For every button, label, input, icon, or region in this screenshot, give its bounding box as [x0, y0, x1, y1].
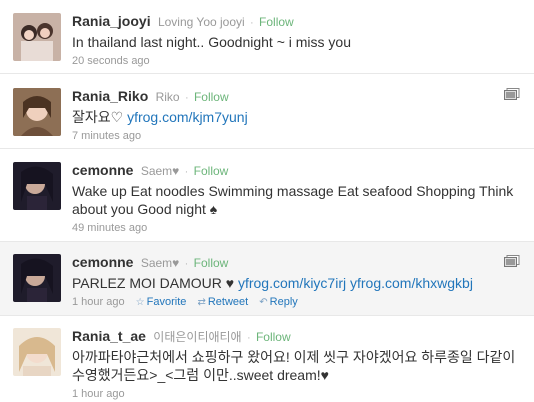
screen-name[interactable]: Rania_t_ae: [72, 328, 146, 344]
screen-name[interactable]: Rania_Riko: [72, 88, 148, 104]
reply-icon: ↶: [259, 297, 268, 308]
follow-link[interactable]: Follow: [194, 90, 229, 104]
separator: ·: [184, 258, 189, 270]
tweet-text: 잘자요♡ yfrog.com/kjm7yunj: [72, 108, 522, 126]
follow-link[interactable]: Follow: [259, 15, 294, 29]
avatar[interactable]: [13, 254, 61, 302]
full-name: Saem♥: [140, 164, 180, 178]
tweet-feed: Rania_jooyi Loving Yoo jooyi · Follow In…: [0, 0, 534, 402]
tweet-text: In thailand last night.. Goodnight ~ i m…: [72, 33, 522, 51]
tweet-text-body: 아까파타야근처에서 쇼핑하구 왔어요! 이제 씻구 자야겠어요 하루종일 다같이…: [72, 349, 516, 383]
reply-action[interactable]: ↶ Reply: [259, 296, 298, 308]
avatar[interactable]: [13, 13, 61, 61]
timestamp[interactable]: 49 minutes ago: [72, 222, 147, 234]
tweet-header: Rania_t_ae 이태은이티애티애 · Follow: [72, 328, 522, 346]
tweet-meta: 1 hour ago ☆ Favorite ⇄ Retweet ↶ Reply: [72, 295, 522, 310]
tweet-meta: 20 seconds ago: [72, 54, 522, 68]
separator: ·: [184, 166, 189, 178]
tweet-text: Wake up Eat noodles Swimming massage Eat…: [72, 182, 522, 218]
tweet-header: cemonne Saem♥ · Follow: [72, 162, 522, 180]
separator: ·: [246, 332, 251, 344]
screen-name[interactable]: cemonne: [72, 162, 133, 178]
tweet-item[interactable]: Rania_t_ae 이태은이티애티애 · Follow 아까파타야근처에서 쇼…: [0, 316, 534, 402]
avatar[interactable]: [13, 88, 61, 136]
tweet-link[interactable]: yfrog.com/kiyc7irj: [238, 275, 346, 291]
tweet-text-body: 잘자요♡: [72, 109, 128, 125]
tweet-item[interactable]: cemonne Saem♥ · Follow Wake up Eat noodl…: [0, 149, 534, 242]
tweet-header: cemonne Saem♥ · Follow: [72, 254, 522, 272]
tweet-header: Rania_Riko Riko · Follow: [72, 88, 522, 106]
screen-name[interactable]: cemonne: [72, 254, 133, 270]
retweet-icon: ⇄: [197, 297, 206, 308]
avatar[interactable]: [13, 328, 61, 376]
tweet-meta: 7 minutes ago: [72, 129, 522, 143]
tweet-item[interactable]: Rania_jooyi Loving Yoo jooyi · Follow In…: [0, 0, 534, 74]
separator: ·: [184, 92, 189, 104]
tweet-link-2[interactable]: yfrog.com/khxwgkbj: [350, 275, 473, 291]
tweet-text: PARLEZ MOI DAMOUR ♥ yfrog.com/kiyc7irj y…: [72, 274, 522, 292]
favorite-action[interactable]: ☆ Favorite: [136, 296, 187, 308]
timestamp[interactable]: 20 seconds ago: [72, 55, 150, 67]
timestamp[interactable]: 1 hour ago: [72, 296, 125, 308]
tweet-link[interactable]: yfrog.com/kjm7yunj: [127, 109, 248, 125]
screen-name[interactable]: Rania_jooyi: [72, 13, 151, 29]
reply-label: Reply: [269, 296, 298, 308]
full-name: Saem♥: [140, 256, 180, 270]
avatar[interactable]: [13, 162, 61, 210]
tweet-meta: 1 hour ago: [72, 387, 522, 401]
follow-link[interactable]: Follow: [194, 256, 229, 270]
tweet-text-body: Wake up Eat noodles Swimming massage Eat…: [72, 183, 514, 217]
timestamp[interactable]: 1 hour ago: [72, 388, 125, 400]
follow-link[interactable]: Follow: [256, 330, 291, 344]
retweet-label: Retweet: [207, 296, 249, 308]
full-name: Riko: [155, 90, 180, 104]
tweet-text-body: In thailand last night.. Goodnight ~ i m…: [72, 34, 351, 50]
full-name: 이태은이티애티애: [153, 330, 242, 344]
tweet-meta: 49 minutes ago: [72, 221, 522, 235]
tweet-item[interactable]: Rania_Riko Riko · Follow 잘자요♡ yfrog.com/…: [0, 74, 534, 149]
tweet-text: 아까파타야근처에서 쇼핑하구 왔어요! 이제 씻구 자야겠어요 하루종일 다같이…: [72, 348, 522, 384]
favorite-label: Favorite: [146, 296, 187, 308]
tweet-text-body: PARLEZ MOI DAMOUR ♥: [72, 275, 238, 291]
retweet-action[interactable]: ⇄ Retweet: [197, 296, 248, 308]
star-icon: ☆: [135, 297, 145, 308]
tweet-item[interactable]: cemonne Saem♥ · Follow PARLEZ MOI DAMOUR…: [0, 242, 534, 316]
full-name: Loving Yoo jooyi: [157, 15, 245, 29]
follow-link[interactable]: Follow: [194, 164, 229, 178]
timestamp[interactable]: 7 minutes ago: [72, 130, 141, 142]
separator: ·: [250, 17, 254, 29]
tweet-header: Rania_jooyi Loving Yoo jooyi · Follow: [72, 13, 522, 31]
